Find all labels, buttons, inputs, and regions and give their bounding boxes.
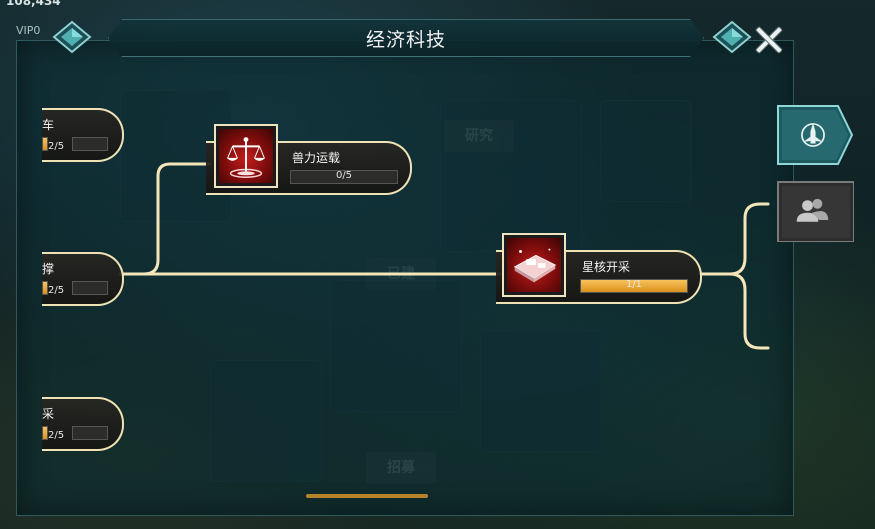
progress-text: 2/5 [48, 430, 65, 441]
rocket-emblem-icon [801, 123, 825, 147]
progress-text: 0/5 [335, 170, 353, 181]
progress-track [72, 426, 108, 440]
progress-text: 2/5 [48, 141, 65, 152]
progress-track [72, 137, 108, 151]
tab-rocket-emblem[interactable] [776, 104, 854, 166]
scroll-indicator[interactable] [306, 494, 428, 498]
connector-line [728, 272, 770, 350]
balance-scale-icon [219, 129, 273, 183]
tech-name: 兽力运载 [292, 151, 341, 165]
connector-line [698, 202, 770, 276]
tech-tree-connectors [118, 162, 770, 350]
tech-name: 采 [42, 407, 55, 421]
tech-name: 撑 [42, 262, 55, 276]
connector-line [142, 162, 212, 276]
tech-name: 星核开采 [582, 260, 631, 274]
progress-text: 1/1 [625, 279, 643, 290]
tech-node-left-3[interactable]: 采 2/5 [42, 397, 124, 451]
alliance-members-icon [796, 198, 829, 222]
tab-alliance[interactable] [776, 180, 855, 243]
progress-track [72, 281, 108, 295]
progress-bar: 0/5 [290, 170, 398, 184]
progress-text: 2/5 [48, 285, 65, 296]
tech-icon-frame[interactable] [214, 124, 278, 188]
progress-bar: 1/1 [580, 279, 688, 293]
mining-platform-icon [507, 238, 561, 292]
tech-node-left-2[interactable]: 撑 2/5 [42, 252, 124, 306]
tech-name: 车 [42, 118, 55, 132]
tech-node-left-1[interactable]: 车 2/5 [42, 108, 124, 162]
tech-icon-frame[interactable] [502, 233, 566, 297]
